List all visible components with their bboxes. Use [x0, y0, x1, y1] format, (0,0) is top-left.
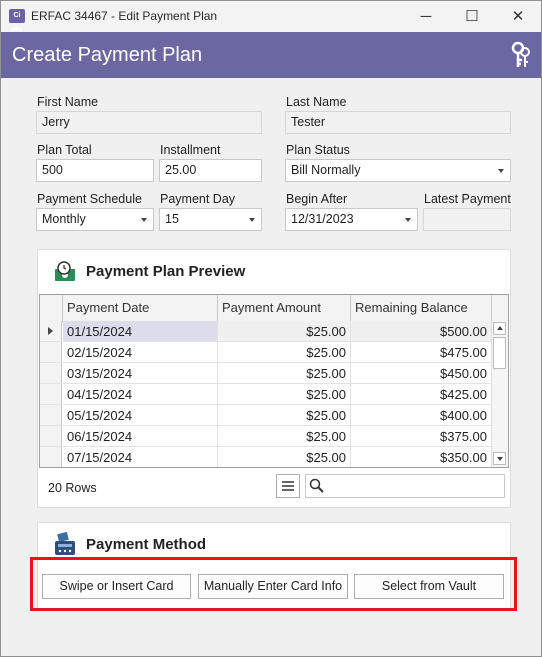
cell-date[interactable]: 05/15/2024: [63, 405, 218, 426]
row-indicator: [40, 342, 62, 363]
cell-balance[interactable]: $500.00: [351, 321, 492, 342]
table-row[interactable]: 02/15/2024 $25.00 $475.00: [40, 342, 492, 363]
grid-search-input[interactable]: [305, 474, 505, 498]
cell-amount[interactable]: $25.00: [218, 426, 351, 447]
payment-day-select[interactable]: 15: [159, 208, 262, 231]
col-payment-date[interactable]: Payment Date: [63, 295, 218, 321]
cell-date[interactable]: 04/15/2024: [63, 384, 218, 405]
close-button[interactable]: ✕: [495, 1, 541, 32]
row-indicator: [40, 363, 62, 384]
cell-balance[interactable]: $450.00: [351, 363, 492, 384]
cell-amount[interactable]: $25.00: [218, 321, 351, 342]
begin-after-date[interactable]: 12/31/2023: [285, 208, 418, 231]
cell-amount[interactable]: $25.00: [218, 384, 351, 405]
cell-date[interactable]: 01/15/2024: [63, 321, 218, 342]
search-icon: [309, 478, 324, 493]
column-chooser-button[interactable]: [276, 474, 300, 498]
cell-amount[interactable]: $25.00: [218, 363, 351, 384]
cell-date[interactable]: 02/15/2024: [63, 342, 218, 363]
cell-date[interactable]: 03/15/2024: [63, 363, 218, 384]
cell-balance[interactable]: $425.00: [351, 384, 492, 405]
payment-plan-window: Ci pay ERFAC 34467 - Edit Payment Plan ─…: [0, 0, 542, 657]
latest-payment-field: [423, 208, 511, 231]
menu-icon: [282, 481, 294, 491]
payment-schedule-label: Payment Schedule: [37, 192, 142, 206]
row-indicator: [40, 384, 62, 405]
window-title: ERFAC 34467 - Edit Payment Plan: [31, 9, 218, 23]
current-row-icon: [40, 321, 62, 342]
first-name-field[interactable]: Jerry: [36, 111, 262, 134]
cell-balance[interactable]: $350.00: [351, 447, 492, 467]
plan-status-label: Plan Status: [286, 143, 350, 157]
first-name-label: First Name: [37, 95, 99, 109]
installment-label: Installment: [160, 143, 221, 157]
payment-schedule-select[interactable]: Monthly: [36, 208, 154, 231]
table-row[interactable]: 04/15/2024 $25.00 $425.00: [40, 384, 492, 405]
row-indicator: [40, 405, 62, 426]
table-row[interactable]: 05/15/2024 $25.00 $400.00: [40, 405, 492, 426]
payment-day-label: Payment Day: [160, 192, 236, 206]
grid-header: Payment Date Payment Amount Remaining Ba…: [40, 295, 508, 322]
table-row[interactable]: 07/15/2024 $25.00 $350.00: [40, 447, 492, 467]
grid-vertical-scrollbar[interactable]: [491, 321, 508, 467]
scroll-down-icon[interactable]: [493, 452, 506, 465]
app-icon: Ci pay: [9, 9, 25, 33]
row-indicator: [40, 447, 62, 467]
last-name-label: Last Name: [286, 95, 347, 109]
begin-after-label: Begin After: [286, 192, 348, 206]
table-row[interactable]: 01/15/2024 $25.00 $500.00: [40, 321, 492, 342]
title-bar: Ci pay ERFAC 34467 - Edit Payment Plan ─…: [1, 1, 541, 33]
money-clock-icon: [55, 261, 75, 281]
table-row[interactable]: 03/15/2024 $25.00 $450.00: [40, 363, 492, 384]
cell-balance[interactable]: $400.00: [351, 405, 492, 426]
minimize-button[interactable]: ─: [403, 1, 449, 32]
highlight-box: [30, 557, 517, 611]
payment-schedule-grid: Payment Date Payment Amount Remaining Ba…: [39, 294, 509, 468]
col-payment-amount[interactable]: Payment Amount: [218, 295, 351, 321]
scroll-thumb[interactable]: [493, 337, 506, 369]
card-terminal-icon: [55, 532, 75, 555]
scroll-up-icon[interactable]: [493, 322, 506, 335]
last-name-field[interactable]: Tester: [285, 111, 511, 134]
row-count: 20 Rows: [48, 481, 97, 495]
page-header: Create Payment Plan: [1, 32, 541, 78]
cell-amount[interactable]: $25.00: [218, 447, 351, 467]
cell-balance[interactable]: $475.00: [351, 342, 492, 363]
preview-title: Payment Plan Preview: [86, 263, 246, 280]
row-indicator: [40, 426, 62, 447]
plan-total-label: Plan Total: [37, 143, 92, 157]
plan-status-select[interactable]: Bill Normally: [285, 159, 511, 182]
payment-method-title: Payment Method: [86, 536, 207, 553]
latest-payment-label: Latest Payment: [424, 192, 511, 206]
installment-field[interactable]: 25.00: [159, 159, 262, 182]
maximize-button[interactable]: ☐: [449, 1, 495, 32]
cell-amount[interactable]: $25.00: [218, 405, 351, 426]
keys-icon: [511, 41, 530, 67]
cell-date[interactable]: 06/15/2024: [63, 426, 218, 447]
col-remaining-balance[interactable]: Remaining Balance: [351, 295, 492, 321]
table-row[interactable]: 06/15/2024 $25.00 $375.00: [40, 426, 492, 447]
cell-date[interactable]: 07/15/2024: [63, 447, 218, 467]
cell-amount[interactable]: $25.00: [218, 342, 351, 363]
page-title: Create Payment Plan: [12, 44, 203, 66]
plan-total-field[interactable]: 500: [36, 159, 154, 182]
row-indicator-header: [40, 295, 63, 321]
cell-balance[interactable]: $375.00: [351, 426, 492, 447]
